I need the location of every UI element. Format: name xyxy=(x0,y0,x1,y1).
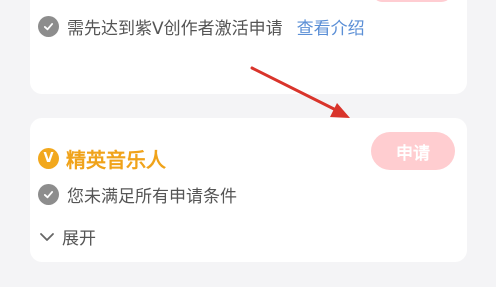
top-apply-button[interactable] xyxy=(371,0,453,2)
condition-row: 您未满足所有申请条件 xyxy=(38,182,237,207)
expand-toggle[interactable]: 展开 xyxy=(38,224,96,249)
apply-button[interactable]: 申请 xyxy=(371,132,455,170)
check-icon xyxy=(38,184,59,205)
card-title: 精英音乐人 xyxy=(66,148,166,172)
chevron-down-icon xyxy=(40,232,54,241)
view-intro-link[interactable]: 查看介绍 xyxy=(297,14,365,39)
screen: 需先达到紫V创作者激活申请 查看介绍 V 精英音乐人 申请 您未满足所有申请条件… xyxy=(0,0,496,287)
requirement-row: 需先达到紫V创作者激活申请 查看介绍 xyxy=(38,14,365,39)
condition-text: 您未满足所有申请条件 xyxy=(67,187,237,207)
requirement-text: 需先达到紫V创作者激活申请 xyxy=(67,19,283,39)
card-title-row: V 精英音乐人 xyxy=(38,144,166,173)
check-icon xyxy=(38,16,59,37)
v-badge-icon: V xyxy=(38,148,59,169)
elite-musician-card: V 精英音乐人 申请 您未满足所有申请条件 展开 xyxy=(30,118,467,262)
expand-label: 展开 xyxy=(62,229,96,249)
purple-v-card: 需先达到紫V创作者激活申请 查看介绍 xyxy=(30,0,467,94)
